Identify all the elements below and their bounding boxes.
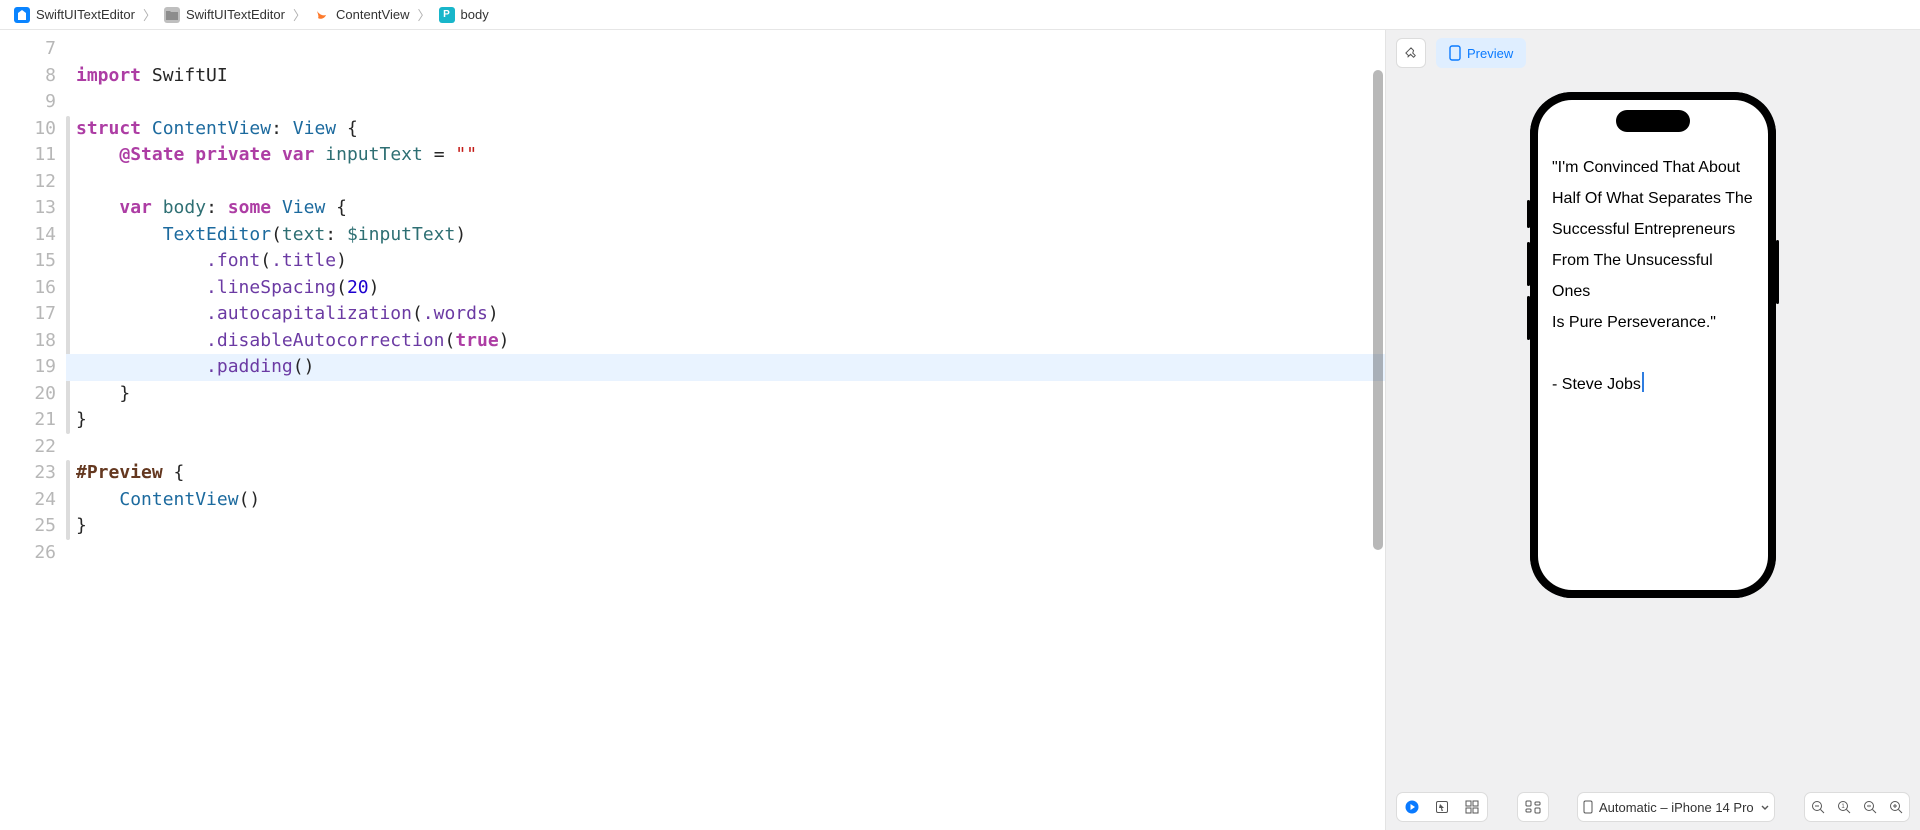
- pin-preview-button[interactable]: [1396, 38, 1426, 68]
- device-frame: "I'm Convinced That About Half Of What S…: [1530, 92, 1776, 598]
- chevron-down-icon: [1760, 802, 1770, 812]
- breadcrumb-file[interactable]: ContentView: [310, 7, 413, 23]
- device-selector-label: Automatic – iPhone 14 Pro: [1599, 800, 1754, 815]
- text-line: Is Pure Perseverance.": [1552, 307, 1754, 338]
- property-icon: P: [439, 7, 455, 23]
- preview-mode-segment[interactable]: [1396, 792, 1488, 822]
- editor-scrollbar[interactable]: [1371, 70, 1385, 590]
- text-line: Half Of What Separates The: [1552, 183, 1754, 214]
- zoom-in-icon: [1889, 800, 1903, 814]
- grid-icon: [1465, 800, 1479, 814]
- xcode-project-icon: [14, 7, 30, 23]
- text-line: [1552, 338, 1754, 369]
- breadcrumb-group[interactable]: SwiftUITextEditor: [160, 7, 289, 23]
- phone-icon: [1583, 800, 1593, 814]
- line-number-gutter: 78910 11121314 15161718 19202122 2324252…: [0, 30, 66, 830]
- zoom-out-icon: [1811, 800, 1825, 814]
- folder-icon: [164, 7, 180, 23]
- text-line: - Steve Jobs: [1552, 369, 1754, 400]
- chevron-right-icon: 〉: [289, 5, 310, 24]
- zoom-fit-button[interactable]: [1857, 793, 1883, 821]
- text-line: Successful Entrepreneurs: [1552, 214, 1754, 245]
- breadcrumb-symbol-label: body: [461, 7, 489, 22]
- variants-preview-button[interactable]: [1457, 793, 1487, 821]
- zoom-controls: 1: [1804, 792, 1910, 822]
- preview-canvas[interactable]: "I'm Convinced That About Half Of What S…: [1386, 76, 1920, 830]
- device-selector[interactable]: Automatic – iPhone 14 Pro: [1577, 792, 1775, 822]
- code-editor[interactable]: 78910 11121314 15161718 19202122 2324252…: [0, 30, 1385, 830]
- device-settings-button[interactable]: [1517, 792, 1549, 822]
- zoom-actual-button[interactable]: 1: [1831, 793, 1857, 821]
- breadcrumb-project-label: SwiftUITextEditor: [36, 7, 135, 22]
- text-line: "I'm Convinced That About: [1552, 152, 1754, 183]
- cursor-arrow-icon: [1435, 800, 1449, 814]
- chevron-right-icon: 〉: [139, 5, 160, 24]
- breadcrumb-symbol[interactable]: P body: [435, 7, 493, 23]
- breadcrumb-file-label: ContentView: [336, 7, 409, 22]
- zoom-actual-icon: 1: [1837, 800, 1851, 814]
- preview-pane: Preview "I'm Convinced That About Half O…: [1385, 30, 1920, 830]
- breadcrumb-project[interactable]: SwiftUITextEditor: [10, 7, 139, 23]
- text-line: From The Unsucessful Ones: [1552, 245, 1754, 307]
- sliders-icon: [1524, 800, 1542, 814]
- breadcrumb: SwiftUITextEditor 〉 SwiftUITextEditor 〉 …: [0, 0, 1920, 30]
- preview-icon: [1449, 45, 1461, 61]
- breadcrumb-group-label: SwiftUITextEditor: [186, 7, 285, 22]
- zoom-out-button[interactable]: [1805, 793, 1831, 821]
- play-fill-icon: [1405, 800, 1419, 814]
- selectable-preview-button[interactable]: [1427, 793, 1457, 821]
- pin-icon: [1405, 46, 1417, 60]
- swift-file-icon: [314, 7, 330, 23]
- code-body[interactable]: import SwiftUI struct ContentView: View …: [66, 30, 1385, 830]
- live-preview-button[interactable]: [1397, 793, 1427, 821]
- text-cursor: [1642, 372, 1644, 392]
- zoom-fit-icon: [1863, 800, 1877, 814]
- chevron-right-icon: 〉: [413, 5, 434, 24]
- text-editor-content[interactable]: "I'm Convinced That About Half Of What S…: [1538, 100, 1768, 590]
- zoom-in-button[interactable]: [1883, 793, 1909, 821]
- svg-text:1: 1: [1841, 804, 1845, 810]
- preview-button[interactable]: Preview: [1436, 38, 1526, 68]
- preview-button-label: Preview: [1467, 46, 1513, 61]
